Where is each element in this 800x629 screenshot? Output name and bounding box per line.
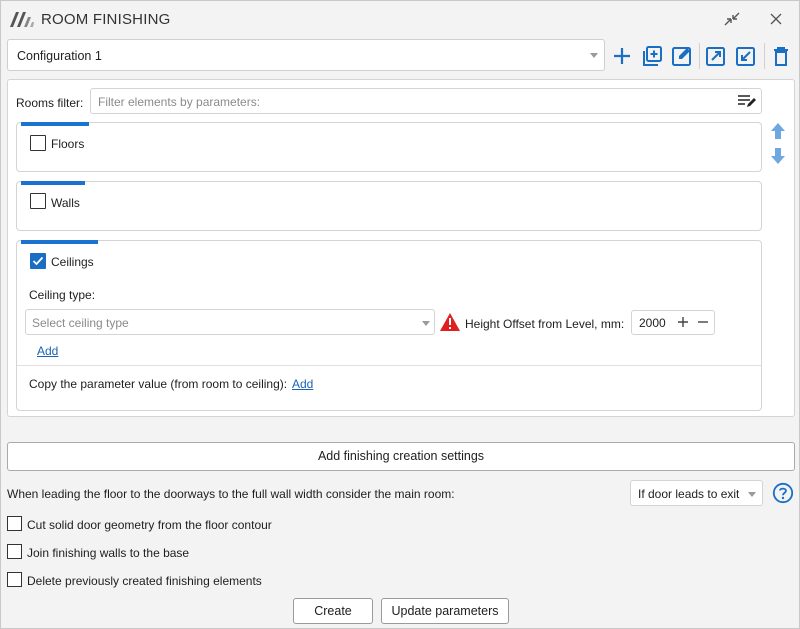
floors-section: Floors (16, 122, 762, 172)
app-logo-icon (9, 10, 35, 31)
import-config-icon[interactable] (734, 44, 758, 68)
section-divider (17, 365, 761, 366)
create-button[interactable]: Create (293, 598, 373, 624)
rooms-filter-label: Rooms filter: (16, 96, 84, 110)
delete-previous-elements-checkbox[interactable] (7, 572, 22, 587)
ceilings-checkbox[interactable] (30, 253, 46, 269)
update-parameters-button[interactable]: Update parameters (381, 598, 509, 624)
edit-filter-icon[interactable] (737, 93, 757, 112)
doorway-option-label: When leading the floor to the doorways t… (7, 487, 455, 501)
export-config-icon[interactable] (704, 44, 728, 68)
delete-config-icon[interactable] (769, 44, 793, 68)
ceiling-type-label: Ceiling type: (29, 288, 96, 302)
walls-checkbox[interactable] (30, 193, 46, 209)
rooms-filter-placeholder: Filter elements by parameters: (98, 95, 261, 109)
chevron-down-icon (422, 321, 430, 326)
move-down-icon[interactable] (769, 147, 787, 165)
height-offset-stepper[interactable]: 2000 (631, 310, 715, 335)
walls-label: Walls (51, 196, 80, 210)
add-finishing-settings-button[interactable]: Add finishing creation settings (7, 442, 795, 471)
doorway-option-select[interactable]: If door leads to exit (630, 480, 763, 506)
add-copy-parameter-link[interactable]: Add (292, 377, 313, 391)
rooms-filter-input[interactable]: Filter elements by parameters: (90, 88, 762, 114)
chevron-down-icon (590, 53, 598, 58)
copy-parameter-label: Copy the parameter value (from room to c… (29, 377, 288, 391)
close-icon[interactable] (765, 9, 787, 29)
section-accent (21, 240, 98, 244)
configuration-select-value: Configuration 1 (17, 49, 102, 63)
window-title: ROOM FINISHING (41, 11, 171, 28)
toolbar-divider (699, 43, 700, 69)
ceilings-section: Ceilings Ceiling type: Select ceiling ty… (16, 240, 762, 411)
chevron-down-icon (748, 492, 756, 497)
edit-config-icon[interactable] (670, 44, 694, 68)
increment-icon[interactable] (675, 314, 691, 333)
help-icon[interactable] (772, 482, 794, 507)
join-finishing-walls-label: Join finishing walls to the base (27, 546, 190, 560)
height-offset-value: 2000 (639, 316, 666, 330)
height-offset-label: Height Offset from Level, mm: (465, 317, 625, 331)
section-accent (21, 181, 85, 185)
decrement-icon[interactable] (695, 314, 711, 333)
warning-icon (439, 312, 461, 335)
section-accent (21, 122, 89, 126)
cut-door-geometry-checkbox[interactable] (7, 516, 22, 531)
delete-previous-elements-label: Delete previously created finishing elem… (27, 574, 262, 588)
cut-door-geometry-label: Cut solid door geometry from the floor c… (27, 518, 272, 532)
floors-label: Floors (51, 137, 85, 151)
duplicate-config-icon[interactable] (640, 44, 664, 68)
ceiling-type-placeholder: Select ceiling type (32, 316, 129, 330)
toolbar-divider (764, 43, 765, 69)
move-up-icon[interactable] (769, 122, 787, 140)
collapse-icon[interactable] (721, 9, 743, 29)
finishing-panel: Rooms filter: Filter elements by paramet… (7, 79, 795, 417)
configuration-select[interactable]: Configuration 1 (7, 39, 605, 71)
add-config-icon[interactable] (610, 44, 634, 68)
room-finishing-window: ROOM FINISHING Configuration 1 Rooms fil… (0, 0, 800, 629)
walls-section: Walls (16, 181, 762, 231)
add-ceiling-type-link[interactable]: Add (37, 344, 58, 358)
ceilings-label: Ceilings (51, 255, 94, 269)
join-finishing-walls-checkbox[interactable] (7, 544, 22, 559)
floors-checkbox[interactable] (30, 135, 46, 151)
title-bar: ROOM FINISHING (1, 1, 799, 37)
ceiling-type-select[interactable]: Select ceiling type (25, 309, 435, 335)
doorway-option-value: If door leads to exit (638, 487, 740, 501)
